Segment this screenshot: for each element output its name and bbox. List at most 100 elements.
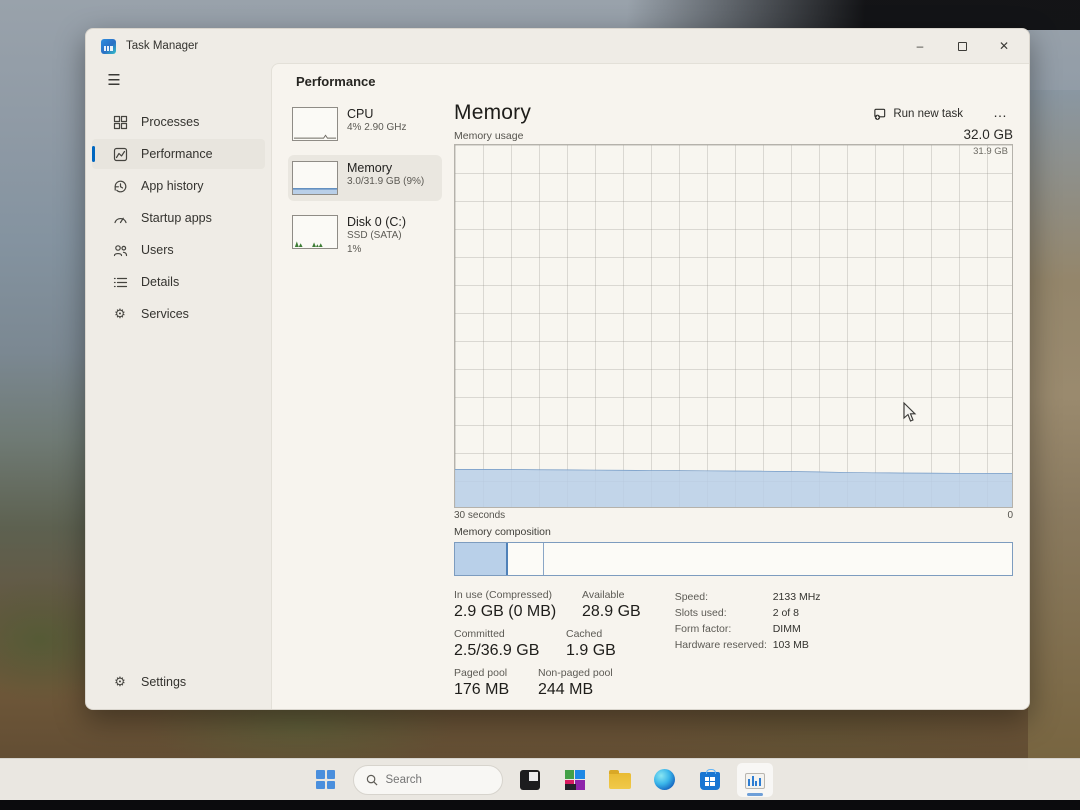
sidebar-item-startup-apps[interactable]: Startup apps bbox=[92, 203, 265, 233]
taskbar-microsoft-365[interactable] bbox=[557, 763, 593, 797]
stat-value: 244 MB bbox=[538, 681, 613, 699]
search-icon bbox=[366, 774, 378, 786]
taskbar-edge[interactable] bbox=[647, 763, 683, 797]
stat-label: Paged pool bbox=[454, 667, 518, 679]
card-subtitle: 3.0/31.9 GB (9%) bbox=[347, 175, 424, 189]
detail-value: 103 MB bbox=[773, 639, 809, 651]
monitor-screen: Task Manager – ✕ ☰ Processes bbox=[0, 0, 1080, 810]
taskbar-task-manager[interactable] bbox=[737, 763, 773, 797]
start-button[interactable] bbox=[308, 763, 344, 797]
sidebar-item-app-history[interactable]: App history bbox=[92, 171, 265, 201]
memory-card[interactable]: Memory 3.0/31.9 GB (9%) bbox=[288, 155, 442, 201]
sidebar: ☰ Processes Performance bbox=[86, 63, 271, 709]
sidebar-item-performance[interactable]: Performance bbox=[92, 139, 265, 169]
sidebar-item-label: Services bbox=[141, 307, 189, 321]
stat-label: Non-paged pool bbox=[538, 667, 613, 679]
performance-panel: Performance CPU 4% 2.90 GHz bbox=[271, 63, 1029, 709]
hardware-details-table: Speed:2133 MHz Slots used:2 of 8 Form fa… bbox=[675, 589, 821, 699]
disk-card[interactable]: Disk 0 (C:) SSD (SATA) 1% bbox=[288, 209, 442, 262]
stat-value: 28.9 GB bbox=[582, 603, 641, 621]
desktop-wallpaper-buildings bbox=[1028, 90, 1080, 770]
minimize-button[interactable]: – bbox=[899, 30, 941, 62]
card-subtitle: SSD (SATA) bbox=[347, 229, 406, 243]
detail-value: 2 of 8 bbox=[773, 607, 799, 619]
detail-label: Hardware reserved: bbox=[675, 639, 773, 651]
history-clock-icon bbox=[112, 178, 128, 194]
sidebar-item-label: Performance bbox=[141, 147, 213, 161]
memory-max-label: 32.0 GB bbox=[963, 127, 1013, 142]
chart-zero-label: 0 bbox=[1007, 510, 1013, 521]
card-title: Disk 0 (C:) bbox=[347, 215, 406, 229]
composition-modified-segment bbox=[508, 543, 544, 575]
taskbar-microsoft-store[interactable] bbox=[692, 763, 728, 797]
stat-value: 176 MB bbox=[454, 681, 518, 699]
navigation-menu-button[interactable]: ☰ bbox=[96, 65, 132, 95]
taskbar bbox=[0, 758, 1080, 800]
stat-value: 2.9 GB (0 MB) bbox=[454, 603, 562, 621]
sidebar-item-label: Processes bbox=[141, 115, 199, 129]
more-options-button[interactable]: … bbox=[987, 104, 1013, 124]
taskbar-file-explorer[interactable] bbox=[602, 763, 638, 797]
monitor-bezel-bottom bbox=[0, 800, 1080, 810]
taskbar-search[interactable] bbox=[353, 765, 503, 795]
memory-usage-area bbox=[455, 145, 1012, 507]
maximize-button[interactable] bbox=[941, 30, 983, 62]
memory-stats: In use (Compressed) 2.9 GB (0 MB) Availa… bbox=[454, 589, 1013, 699]
sidebar-item-label: Settings bbox=[141, 675, 186, 689]
speedometer-icon bbox=[112, 210, 128, 226]
page-title: Memory bbox=[454, 101, 531, 125]
stat-value: 2.5/36.9 GB bbox=[454, 642, 546, 660]
details-list-icon bbox=[112, 274, 128, 290]
run-new-task-label: Run new task bbox=[893, 108, 963, 120]
memory-detail: Memory Run new task … bbox=[454, 101, 1013, 699]
microsoft-store-icon bbox=[700, 772, 720, 790]
card-title: CPU bbox=[347, 107, 406, 121]
close-button[interactable]: ✕ bbox=[983, 30, 1025, 62]
detail-label: Speed: bbox=[675, 591, 773, 603]
stat-label: Cached bbox=[566, 628, 616, 640]
monitor-bezel-top bbox=[0, 0, 1080, 30]
run-new-task-button[interactable]: Run new task bbox=[865, 103, 971, 125]
title-bar[interactable]: Task Manager – ✕ bbox=[86, 29, 1029, 63]
memory-mini-graph bbox=[292, 161, 338, 195]
search-input[interactable] bbox=[386, 774, 486, 786]
memory-composition-label: Memory composition bbox=[454, 526, 1013, 538]
microsoft-365-icon bbox=[565, 770, 585, 790]
stat-label: Available bbox=[582, 589, 641, 601]
composition-in-use-segment bbox=[455, 543, 508, 575]
chart-inner-max-label: 31.9 GB bbox=[973, 146, 1008, 157]
window-title: Task Manager bbox=[126, 40, 198, 52]
card-subtitle: 4% 2.90 GHz bbox=[347, 121, 406, 135]
stat-label: Committed bbox=[454, 628, 546, 640]
composition-standby-free-segment bbox=[544, 543, 1012, 575]
sidebar-item-settings[interactable]: ⚙ Settings bbox=[92, 667, 265, 697]
performance-cards: CPU 4% 2.90 GHz Memory 3.0/31.9 GB (9%) bbox=[284, 101, 442, 699]
sidebar-item-label: App history bbox=[141, 179, 204, 193]
sidebar-item-label: Users bbox=[141, 243, 174, 257]
memory-composition-bar[interactable] bbox=[454, 542, 1013, 576]
sidebar-item-details[interactable]: Details bbox=[92, 267, 265, 297]
processes-icon bbox=[112, 114, 128, 130]
sidebar-item-services[interactable]: ⚙ Services bbox=[92, 299, 265, 329]
task-manager-window: Task Manager – ✕ ☰ Processes bbox=[85, 28, 1030, 710]
task-manager-icon bbox=[745, 773, 765, 789]
chart-time-label: 30 seconds bbox=[454, 510, 505, 521]
disk-mini-graph bbox=[292, 215, 338, 249]
memory-usage-label: Memory usage bbox=[454, 130, 523, 142]
settings-gear-icon: ⚙ bbox=[112, 674, 128, 690]
sidebar-item-label: Details bbox=[141, 275, 179, 289]
cpu-card[interactable]: CPU 4% 2.90 GHz bbox=[288, 101, 442, 147]
performance-icon bbox=[112, 146, 128, 162]
sidebar-item-users[interactable]: Users bbox=[92, 235, 265, 265]
users-icon bbox=[112, 242, 128, 258]
sidebar-item-processes[interactable]: Processes bbox=[92, 107, 265, 137]
detail-value: DIMM bbox=[773, 623, 801, 635]
taskbar-dark-window-app[interactable] bbox=[512, 763, 548, 797]
run-new-task-icon bbox=[873, 107, 887, 121]
stat-value: 1.9 GB bbox=[566, 642, 616, 660]
detail-label: Slots used: bbox=[675, 607, 773, 619]
windows-start-icon bbox=[316, 770, 335, 789]
maximize-icon bbox=[958, 42, 967, 51]
memory-usage-chart: 31.9 GB bbox=[454, 144, 1013, 508]
task-manager-app-icon bbox=[101, 39, 116, 54]
